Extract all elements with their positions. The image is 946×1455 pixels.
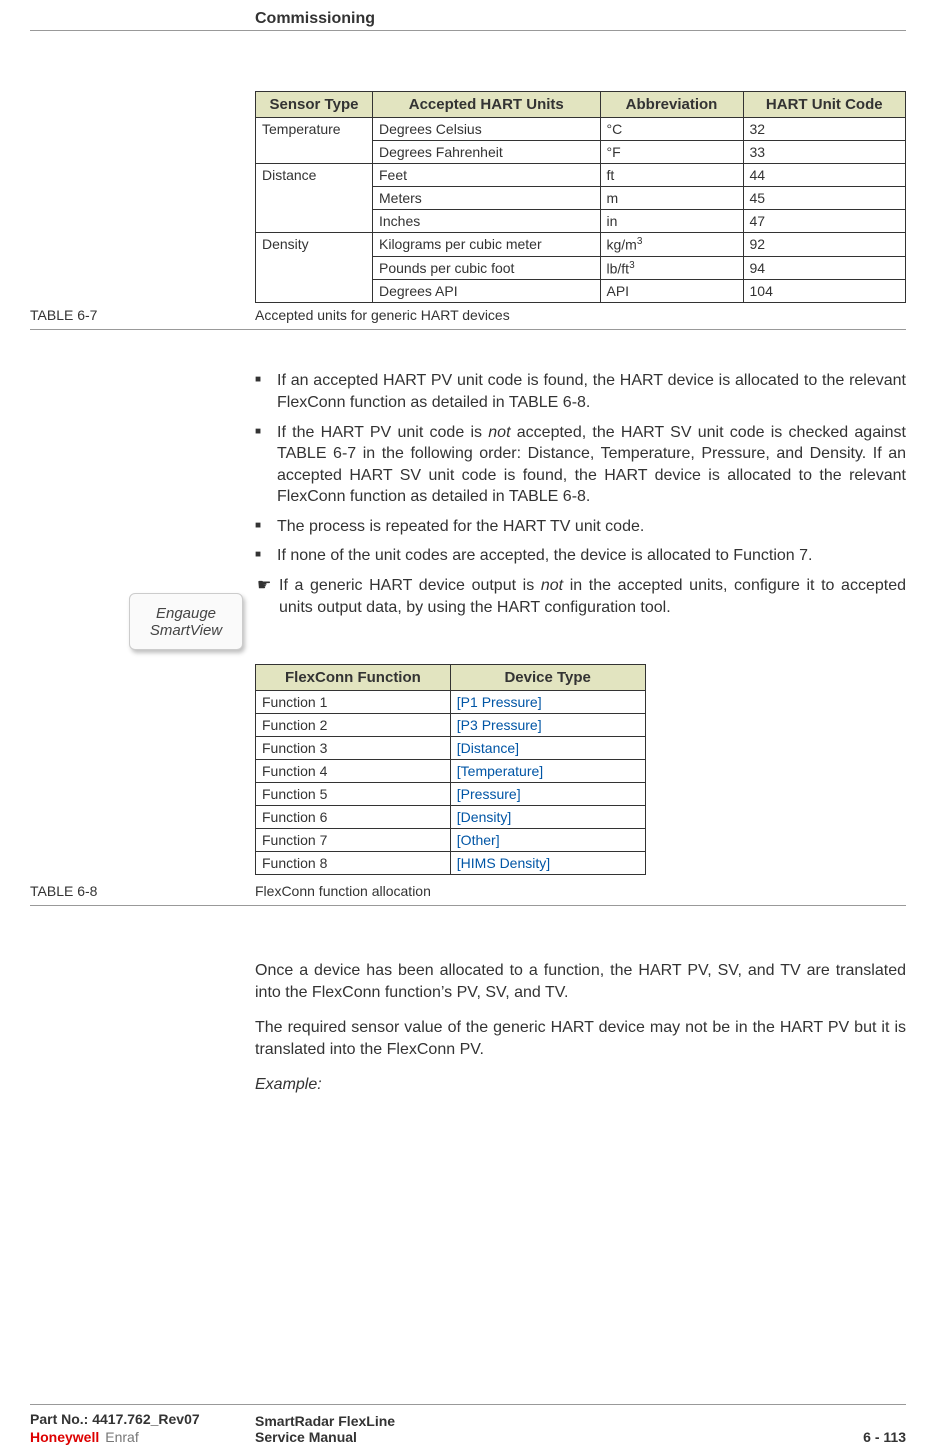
- cell-function: Function 4: [256, 760, 451, 783]
- cell-device-type: [P1 Pressure]: [450, 691, 645, 714]
- cell-code: 104: [743, 280, 906, 303]
- cell-abbrev: lb/ft3: [600, 256, 743, 280]
- cell-code: 92: [743, 233, 906, 257]
- pointer-note: If a generic HART device output is not i…: [257, 575, 906, 618]
- footer-part-no: Part No.: 4417.762_Rev07: [30, 1411, 255, 1427]
- cell-sensor: Distance: [256, 164, 373, 233]
- cell-unit: Pounds per cubic foot: [373, 256, 601, 280]
- list-item: If an accepted HART PV unit code is foun…: [255, 370, 906, 413]
- cell-function: Function 2: [256, 714, 451, 737]
- list-item: The process is repeated for the HART TV …: [255, 516, 906, 538]
- cell-abbrev: in: [600, 210, 743, 233]
- cell-code: 45: [743, 187, 906, 210]
- table-row: Function 2[P3 Pressure]: [256, 714, 646, 737]
- cell-abbrev: ft: [600, 164, 743, 187]
- cell-unit: Degrees API: [373, 280, 601, 303]
- table-row: Function 3[Distance]: [256, 737, 646, 760]
- cell-sensor: Temperature: [256, 118, 373, 164]
- cell-code: 44: [743, 164, 906, 187]
- cell-sensor: Density: [256, 233, 373, 303]
- footer-title: SmartRadar FlexLine: [255, 1413, 395, 1429]
- table-row: TemperatureDegrees Celsius°C32: [256, 118, 906, 141]
- table-6-8: FlexConn Function Device Type Function 1…: [255, 664, 646, 875]
- list-item: If none of the unit codes are accepted, …: [255, 545, 906, 567]
- table-row: Function 7[Other]: [256, 829, 646, 852]
- cell-function: Function 6: [256, 806, 451, 829]
- img-line-2: SmartView: [150, 622, 222, 639]
- caption-label: TABLE 6-8: [30, 883, 255, 899]
- cell-abbrev: m: [600, 187, 743, 210]
- cell-device-type: [Density]: [450, 806, 645, 829]
- table-row: Function 1[P1 Pressure]: [256, 691, 646, 714]
- table-row: Function 8[HIMS Density]: [256, 852, 646, 875]
- footer-subtitle: Service Manual: [255, 1429, 395, 1445]
- table-row: Function 4[Temperature]: [256, 760, 646, 783]
- cell-abbrev: °C: [600, 118, 743, 141]
- cell-device-type: [Other]: [450, 829, 645, 852]
- enraf-logo-text: Enraf: [105, 1429, 138, 1445]
- cell-function: Function 3: [256, 737, 451, 760]
- table-row: DensityKilograms per cubic meterkg/m392: [256, 233, 906, 257]
- th-accepted-units: Accepted HART Units: [373, 92, 601, 118]
- footer-page-number: 6 - 113: [863, 1429, 906, 1445]
- table-6-7-caption: TABLE 6-7 Accepted units for generic HAR…: [30, 303, 906, 330]
- example-label: Example:: [255, 1074, 906, 1096]
- caption-text: Accepted units for generic HART devices: [255, 307, 510, 323]
- cell-abbrev: °F: [600, 141, 743, 164]
- honeywell-logo-text: Honeywell: [30, 1429, 99, 1445]
- table-row: Function 6[Density]: [256, 806, 646, 829]
- th-hart-code: HART Unit Code: [743, 92, 906, 118]
- cell-device-type: [Distance]: [450, 737, 645, 760]
- cell-unit: Degrees Fahrenheit: [373, 141, 601, 164]
- th-flexconn-function: FlexConn Function: [256, 665, 451, 691]
- cell-unit: Inches: [373, 210, 601, 233]
- list-item: If the HART PV unit code is not accepted…: [255, 422, 906, 508]
- th-sensor-type: Sensor Type: [256, 92, 373, 118]
- table-6-7: Sensor Type Accepted HART Units Abbrevia…: [255, 91, 906, 303]
- caption-text: FlexConn function allocation: [255, 883, 431, 899]
- img-line-1: Engauge: [156, 605, 216, 622]
- page-header: Commissioning: [30, 10, 906, 31]
- cell-device-type: [Temperature]: [450, 760, 645, 783]
- cell-code: 32: [743, 118, 906, 141]
- page-footer: Part No.: 4417.762_Rev07 Honeywell Enraf…: [30, 1404, 906, 1445]
- cell-unit: Feet: [373, 164, 601, 187]
- cell-abbrev: API: [600, 280, 743, 303]
- paragraph: Once a device has been allocated to a fu…: [255, 960, 906, 1003]
- th-device-type: Device Type: [450, 665, 645, 691]
- paragraph: The required sensor value of the generic…: [255, 1017, 906, 1060]
- cell-function: Function 1: [256, 691, 451, 714]
- cell-device-type: [Pressure]: [450, 783, 645, 806]
- cell-function: Function 8: [256, 852, 451, 875]
- header-title: Commissioning: [255, 10, 375, 28]
- cell-code: 33: [743, 141, 906, 164]
- engauge-smartview-image: Engauge SmartView: [129, 593, 243, 650]
- table-row: DistanceFeetft44: [256, 164, 906, 187]
- bullet-list: If an accepted HART PV unit code is foun…: [255, 370, 906, 567]
- cell-device-type: [P3 Pressure]: [450, 714, 645, 737]
- table-row: Function 5[Pressure]: [256, 783, 646, 806]
- cell-code: 94: [743, 256, 906, 280]
- cell-device-type: [HIMS Density]: [450, 852, 645, 875]
- cell-unit: Degrees Celsius: [373, 118, 601, 141]
- cell-function: Function 7: [256, 829, 451, 852]
- cell-abbrev: kg/m3: [600, 233, 743, 257]
- th-abbrev: Abbreviation: [600, 92, 743, 118]
- caption-label: TABLE 6-7: [30, 307, 255, 323]
- cell-unit: Meters: [373, 187, 601, 210]
- cell-code: 47: [743, 210, 906, 233]
- footer-logo: Honeywell Enraf: [30, 1429, 255, 1445]
- table-6-8-caption: TABLE 6-8 FlexConn function allocation: [30, 879, 906, 906]
- cell-unit: Kilograms per cubic meter: [373, 233, 601, 257]
- cell-function: Function 5: [256, 783, 451, 806]
